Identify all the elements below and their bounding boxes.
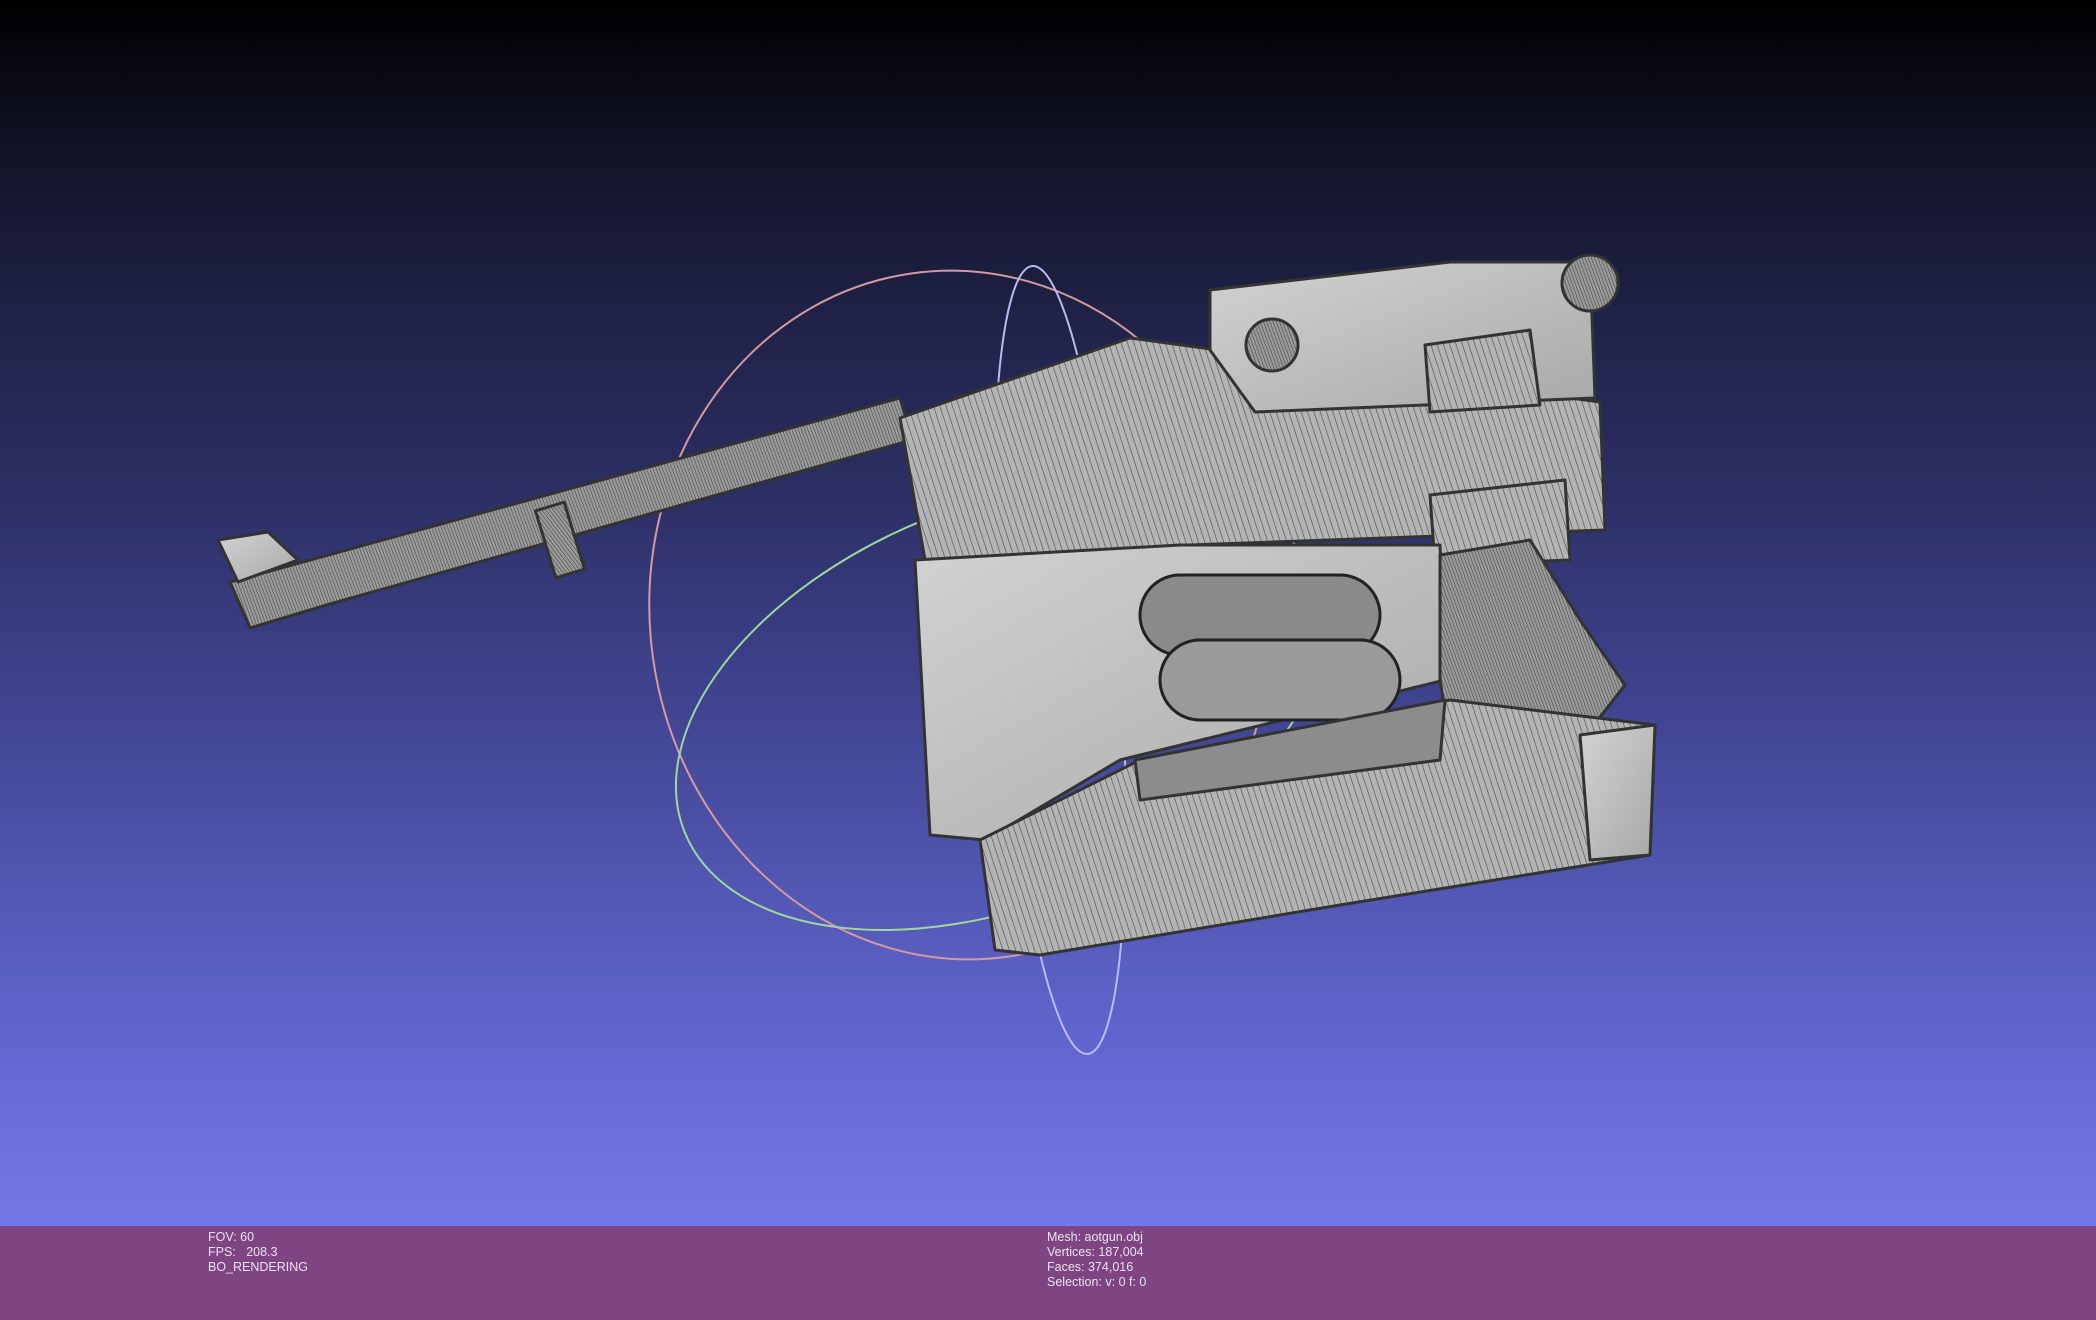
selection-count: Selection: v: 0 f: 0 — [1047, 1275, 1147, 1289]
3d-gun-model-icon[interactable] — [216, 253, 1657, 957]
mesh-render[interactable] — [0, 0, 2096, 1226]
fov-readout: FOV: 60 — [208, 1230, 255, 1244]
render-mode: BO_RENDERING — [208, 1260, 309, 1274]
fps-readout: FPS: 208.3 — [208, 1245, 278, 1259]
vertex-count: Vertices: 187,004 — [1047, 1245, 1144, 1259]
face-count: Faces: 374,016 — [1047, 1260, 1134, 1274]
status-bar: FOV: 60 FPS: 208.3 BO_RENDERING Mesh: ao… — [0, 1226, 2096, 1320]
mesh-name: Mesh: aotgun.obj — [1047, 1230, 1143, 1244]
3d-viewport[interactable] — [0, 0, 2096, 1226]
render-info: FOV: 60 FPS: 208.3 BO_RENDERING — [208, 1230, 308, 1275]
mesh-info: Mesh: aotgun.obj Vertices: 187,004 Faces… — [1047, 1230, 1146, 1290]
